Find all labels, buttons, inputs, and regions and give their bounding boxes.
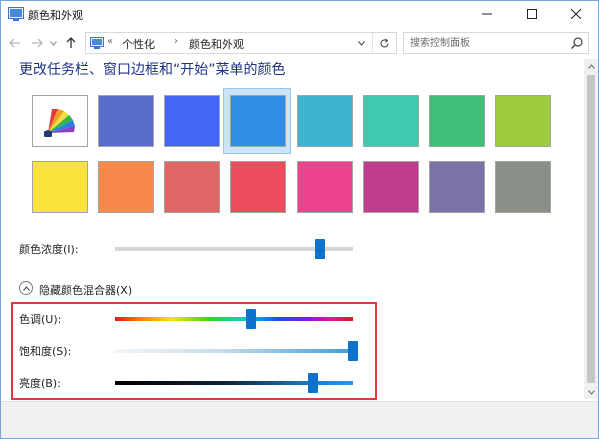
color-swatch[interactable] — [429, 161, 485, 213]
intensity-label: 颜色浓度(I): — [19, 243, 79, 256]
close-button[interactable] — [554, 1, 598, 27]
color-appearance-window: 颜色和外观 « 个性化 › 颜色和外观 搜索控制面板 更改任务栏、窗口边框和“开… — [0, 0, 599, 439]
up-button[interactable] — [61, 29, 81, 57]
maximize-icon — [527, 9, 537, 19]
navigation-bar: « 个性化 › 颜色和外观 — [1, 29, 598, 57]
breadcrumb-personalization[interactable]: 个性化 — [122, 36, 155, 52]
mixer-toggle-button[interactable] — [19, 281, 33, 295]
control-panel-icon — [90, 37, 104, 49]
breadcrumb-color-appearance[interactable]: 颜色和外观 — [189, 36, 244, 52]
color-swatch-selected[interactable] — [230, 95, 286, 147]
chevron-up-icon — [22, 285, 30, 291]
hue-slider-thumb[interactable] — [246, 309, 256, 329]
search-box[interactable] — [403, 32, 589, 54]
window-title: 颜色和外观 — [28, 9, 83, 22]
arrow-up-icon — [66, 37, 76, 48]
recent-locations-button[interactable] — [47, 29, 59, 57]
chevron-down-icon — [357, 40, 365, 46]
chevron-down-icon — [49, 40, 57, 46]
color-swatch[interactable] — [297, 95, 353, 147]
minimize-button[interactable] — [465, 1, 509, 27]
saturation-label: 饱和度(S): — [19, 345, 72, 358]
arrow-left-icon — [9, 38, 20, 48]
search-input[interactable] — [410, 35, 560, 51]
refresh-icon — [380, 38, 389, 47]
chevron-up-icon — [587, 63, 595, 69]
intensity-slider-thumb[interactable] — [315, 239, 325, 259]
saturation-slider-thumb[interactable] — [348, 341, 358, 361]
forward-button[interactable] — [27, 29, 47, 57]
search-icon[interactable] — [570, 36, 584, 50]
mixer-toggle-label[interactable]: 隐藏颜色混合器(X) — [39, 282, 132, 298]
color-swatch[interactable] — [98, 95, 154, 147]
color-swatch[interactable] — [164, 161, 220, 213]
title-bar: 颜色和外观 — [1, 1, 598, 28]
minimize-icon — [482, 13, 492, 15]
breadcrumb-overflow[interactable]: « — [107, 36, 113, 47]
color-swatch[interactable] — [363, 161, 419, 213]
color-swatch[interactable] — [164, 95, 220, 147]
control-panel-icon — [8, 7, 24, 21]
vertical-scrollbar[interactable] — [584, 59, 598, 399]
auto-color-swatch[interactable] — [32, 95, 88, 147]
brightness-label: 亮度(B): — [19, 377, 61, 390]
color-swatch[interactable] — [495, 95, 551, 147]
color-swatch[interactable] — [32, 161, 88, 213]
color-swatch[interactable] — [98, 161, 154, 213]
hue-slider-track[interactable] — [115, 317, 353, 321]
color-swatch[interactable] — [363, 95, 419, 147]
scrollbar-thumb[interactable] — [587, 75, 595, 383]
color-swatch[interactable] — [297, 161, 353, 213]
address-history-button[interactable] — [350, 33, 372, 53]
color-fan-icon — [44, 109, 75, 137]
color-swatch[interactable] — [495, 161, 551, 213]
hue-label: 色调(U): — [19, 313, 62, 326]
refresh-button[interactable] — [372, 33, 396, 53]
page-title: 更改任务栏、窗口边框和“开始”菜单的颜色 — [19, 62, 286, 78]
close-icon — [571, 9, 581, 19]
maximize-button[interactable] — [510, 1, 554, 27]
chevron-down-icon — [587, 389, 595, 395]
scroll-down-button[interactable] — [584, 385, 598, 399]
window-footer — [1, 401, 598, 438]
saturation-slider-track[interactable] — [115, 349, 353, 353]
color-swatch[interactable] — [230, 161, 286, 213]
color-swatch[interactable] — [429, 95, 485, 147]
breadcrumb-separator[interactable]: › — [174, 36, 178, 47]
brightness-slider-thumb[interactable] — [308, 373, 318, 393]
scroll-up-button[interactable] — [584, 59, 598, 73]
address-bar[interactable]: « 个性化 › 颜色和外观 — [85, 32, 397, 54]
arrow-right-icon — [32, 38, 43, 48]
back-button[interactable] — [5, 29, 25, 57]
